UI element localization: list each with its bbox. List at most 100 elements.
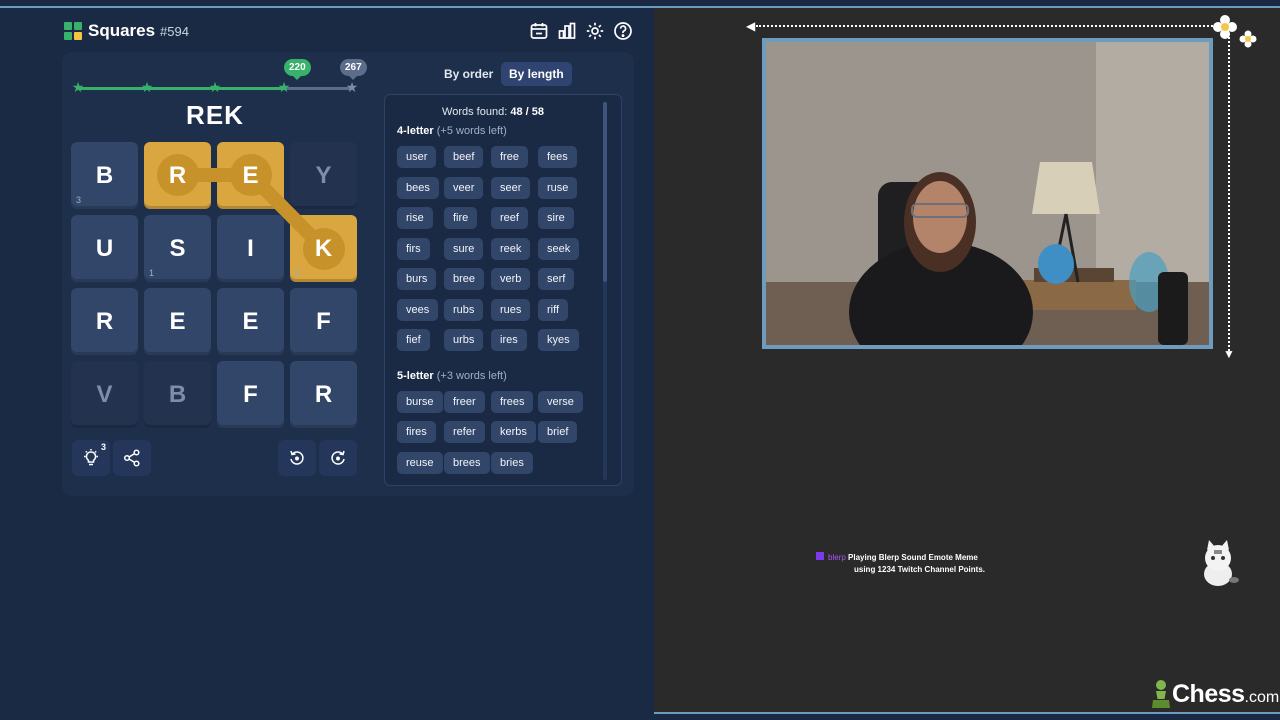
puzzle-number: #594 xyxy=(160,24,189,39)
found-word-chip[interactable]: veer xyxy=(444,176,484,199)
decor-dotted-line xyxy=(756,25,1228,27)
found-word-chip[interactable]: urbs xyxy=(444,329,484,351)
progress-star-icon: ★ xyxy=(345,79,359,95)
found-word-chip[interactable]: rise xyxy=(397,207,433,229)
calendar-icon[interactable] xyxy=(528,20,550,42)
stats-icon[interactable] xyxy=(556,20,578,42)
channel-points-alert: blerp Playing Blerp Sound Emote Meme usi… xyxy=(816,552,1016,576)
tile-letter: R xyxy=(95,307,114,335)
letter-tile[interactable]: B3 xyxy=(71,142,138,209)
found-word-chip[interactable]: free xyxy=(491,146,528,168)
found-word-chip[interactable]: reef xyxy=(491,207,528,229)
decor-arrow-left-icon: ◀ xyxy=(746,19,756,33)
progress-star-icon: ★ xyxy=(277,79,291,95)
brand-name: Chess xyxy=(1172,679,1245,708)
found-word-chip[interactable]: vees xyxy=(397,298,439,321)
found-word-chip[interactable]: seek xyxy=(538,237,580,260)
alert-username: blerp xyxy=(828,553,846,562)
letter-tile[interactable]: I xyxy=(217,215,284,282)
found-word-chip[interactable]: brees xyxy=(444,451,490,474)
tile-letter: B xyxy=(95,161,114,189)
alert-line2: using 1234 Twitch Channel Points. xyxy=(854,565,985,574)
found-word-chip[interactable]: beef xyxy=(444,146,484,168)
letter-tile[interactable]: R xyxy=(144,142,211,209)
letter-tile[interactable]: B xyxy=(144,361,211,428)
tile-letter: V xyxy=(96,380,113,408)
game-header: Squares #594 xyxy=(64,20,634,44)
found-word-chip[interactable]: frees xyxy=(491,390,534,413)
found-word-chip[interactable]: brief xyxy=(538,421,578,443)
found-word-chip[interactable]: bree xyxy=(444,268,485,290)
pawn-icon xyxy=(1152,680,1170,708)
letter-tile[interactable]: R xyxy=(290,361,357,428)
found-word-chip[interactable]: bees xyxy=(397,176,439,199)
found-word-chip[interactable]: fief xyxy=(397,329,430,351)
words-found-label: Words found: xyxy=(442,106,508,118)
found-word-chip[interactable]: riff xyxy=(538,298,569,321)
tile-letter: S xyxy=(169,234,186,262)
gear-icon[interactable] xyxy=(584,20,606,42)
found-word-chip[interactable]: verse xyxy=(538,390,583,413)
letter-tile[interactable]: E xyxy=(217,142,284,209)
rotate-left-button[interactable] xyxy=(278,440,316,476)
tile-word-count: 3 xyxy=(76,195,82,205)
tile-letter: F xyxy=(316,307,331,335)
letter-tile[interactable]: E xyxy=(217,288,284,355)
letter-tile[interactable]: U xyxy=(71,215,138,282)
found-word-chip[interactable]: serf xyxy=(538,268,575,290)
letter-tile[interactable]: E xyxy=(144,288,211,355)
found-word-chip[interactable]: ires xyxy=(491,329,527,351)
progress-star-icon: ★ xyxy=(71,79,85,95)
found-word-chip[interactable]: burs xyxy=(397,268,437,290)
found-word-chip[interactable]: reuse xyxy=(397,451,443,474)
progress-fill xyxy=(78,87,287,90)
found-word-chip[interactable]: firs xyxy=(397,237,430,260)
app-title: Squares xyxy=(88,21,156,40)
top-frame-line xyxy=(0,0,1280,8)
tile-letter: I xyxy=(247,234,254,262)
letter-tile[interactable]: F xyxy=(217,361,284,428)
tile-letter: Y xyxy=(315,161,332,189)
tile-letter: E xyxy=(242,307,259,335)
words-found-counter: Words found: 48 / 58 xyxy=(384,106,602,118)
found-word-chip[interactable]: sire xyxy=(538,207,574,229)
brand-tld: .com xyxy=(1244,688,1280,706)
found-word-chip[interactable]: fees xyxy=(538,146,577,168)
words-found-value: 48 / 58 xyxy=(510,106,544,118)
found-word-chip[interactable]: freer xyxy=(444,390,485,413)
found-word-chip[interactable]: refer xyxy=(444,421,485,443)
letter-tile[interactable]: F xyxy=(290,288,357,355)
found-word-chip[interactable]: fires xyxy=(397,421,436,443)
current-score-badge: 220 xyxy=(284,59,311,80)
found-word-chip[interactable]: fire xyxy=(444,207,478,229)
found-word-chip[interactable]: kerbs xyxy=(491,421,536,443)
decor-dotted-line xyxy=(1228,25,1230,351)
letter-tile[interactable]: R xyxy=(71,288,138,355)
share-button[interactable] xyxy=(113,440,151,476)
letter-tile[interactable]: K2 xyxy=(290,215,357,282)
found-word-chip[interactable]: seer xyxy=(491,176,531,199)
found-word-chip[interactable]: bries xyxy=(491,451,533,474)
letter-tile[interactable]: V xyxy=(71,361,138,428)
rotate-right-button[interactable] xyxy=(319,440,357,476)
tile-letter: R xyxy=(314,380,333,408)
found-word-chip[interactable]: kyes xyxy=(538,329,579,351)
found-word-chip[interactable]: burse xyxy=(397,390,443,413)
tab-by-length[interactable]: By length xyxy=(501,62,572,86)
letter-tile[interactable]: S1 xyxy=(144,215,211,282)
tab-by-order[interactable]: By order xyxy=(436,62,501,86)
found-word-chip[interactable]: user xyxy=(397,146,437,168)
word-group-heading: 4-letter (+5 words left) xyxy=(397,125,507,137)
found-word-chip[interactable]: reek xyxy=(491,237,531,260)
words-scrollbar-thumb[interactable] xyxy=(603,102,607,282)
found-word-chip[interactable]: sure xyxy=(444,237,484,260)
found-word-chip[interactable]: rubs xyxy=(444,298,484,321)
help-icon[interactable] xyxy=(612,20,634,42)
progress-star-icon: ★ xyxy=(208,79,222,95)
found-word-chip[interactable]: verb xyxy=(491,268,531,290)
letter-tile[interactable]: Y xyxy=(290,142,357,209)
found-word-chip[interactable]: ruse xyxy=(538,176,578,199)
found-word-chip[interactable]: rues xyxy=(491,298,531,321)
tile-word-count: 1 xyxy=(149,268,155,278)
squares-logo-icon xyxy=(64,22,82,40)
